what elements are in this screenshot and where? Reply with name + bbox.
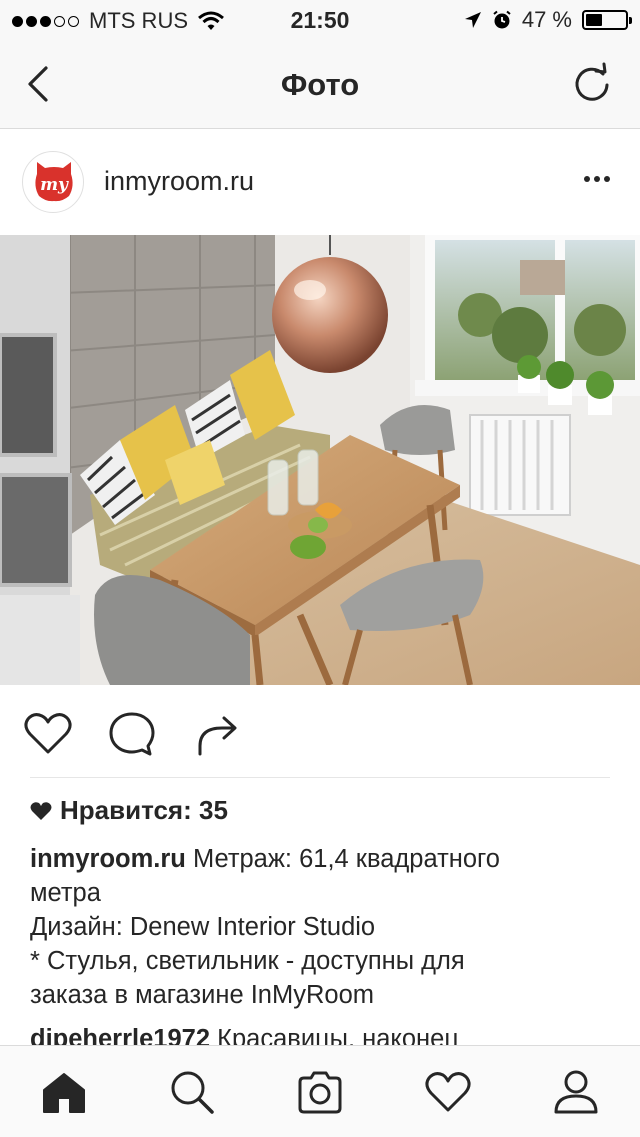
camera-icon[interactable]	[296, 1068, 344, 1116]
comment-username[interactable]: dipeherrle1972	[30, 1025, 210, 1046]
activity-heart-icon[interactable]	[424, 1068, 472, 1116]
status-bar: MTS RUS 21:50 47 %	[0, 0, 640, 40]
more-options-icon[interactable]	[582, 169, 612, 189]
inmyroom-logo: my	[35, 162, 73, 202]
svg-text:my: my	[40, 175, 69, 195]
post-photo[interactable]	[0, 235, 640, 685]
status-right: 47 %	[464, 7, 632, 33]
refresh-icon[interactable]	[570, 62, 614, 106]
post-actions	[0, 690, 640, 776]
battery-icon	[582, 10, 632, 30]
caption-line-5: заказа в магазине InMyRoom	[30, 981, 374, 1009]
actions-divider	[30, 777, 610, 778]
post-username[interactable]: inmyroom.ru	[104, 166, 254, 197]
page-title: Фото	[280, 67, 360, 102]
comment-text: Красавицы, наконец	[217, 1025, 459, 1046]
caption-line-3: Дизайн: Denew Interior Studio	[30, 913, 376, 941]
caption-username[interactable]: inmyroom.ru	[30, 845, 186, 873]
share-icon[interactable]	[192, 708, 244, 760]
like-heart-icon[interactable]	[22, 708, 74, 760]
likes-heart-icon	[30, 801, 52, 820]
comment-item: dipeherrle1972 Красавицы, наконец	[30, 1022, 630, 1046]
avatar[interactable]: my	[22, 151, 84, 213]
caption-line-2: метра	[30, 879, 101, 907]
comment-icon[interactable]	[106, 708, 158, 760]
profile-icon[interactable]	[552, 1068, 600, 1116]
bottom-tab-bar	[0, 1045, 640, 1137]
caption-line-1: Метраж: 61,4 квадратного	[192, 845, 500, 873]
alarm-icon	[493, 10, 511, 29]
battery-percent: 47 %	[521, 7, 572, 32]
search-icon[interactable]	[168, 1068, 216, 1116]
home-icon[interactable]	[40, 1068, 88, 1116]
likes-count[interactable]: Нравится: 35	[30, 795, 228, 826]
location-arrow-icon	[464, 12, 481, 28]
kitchen-interior-image	[0, 235, 640, 685]
caption-line-4: * Стулья, светильник - доступны для	[30, 947, 465, 975]
post-header: my inmyroom.ru	[0, 129, 640, 235]
navbar: Фото	[0, 40, 640, 129]
likes-label: Нравится: 35	[60, 795, 228, 825]
post-caption: inmyroom.ru Метраж: 61,4 квадратного мет…	[30, 842, 610, 1012]
